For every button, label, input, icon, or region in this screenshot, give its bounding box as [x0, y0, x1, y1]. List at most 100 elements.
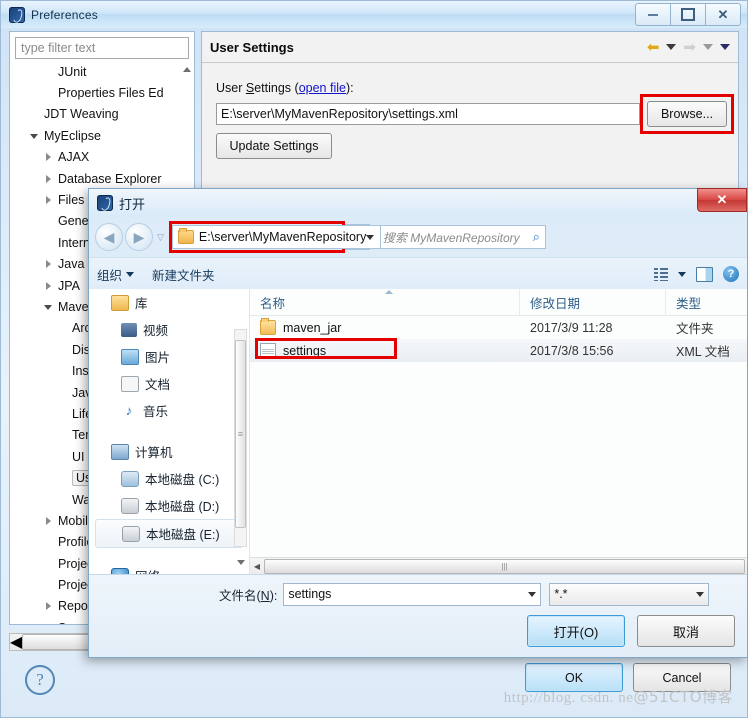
place-item-label: 图片 — [145, 351, 171, 365]
places-scroll-thumb[interactable]: ≡ — [235, 340, 246, 528]
tree-item-myeclipse[interactable]: MyEclipse — [10, 125, 194, 146]
place-item-drive[interactable]: 本地磁盘 (D:) — [89, 492, 249, 519]
table-row[interactable]: settings 2017/3/8 15:56 XML 文档 — [250, 339, 747, 362]
tree-item-label: JDT Weaving — [44, 107, 119, 122]
filter-input[interactable]: type filter text — [15, 37, 189, 59]
tree-twisty-icon[interactable] — [44, 623, 54, 624]
watermark-site: @51CTO博客 — [633, 688, 733, 706]
scroll-left-icon[interactable]: ◀ — [10, 632, 22, 652]
preview-pane-icon[interactable] — [696, 266, 713, 282]
back-arrow-icon[interactable]: ⬅ — [647, 40, 660, 55]
dialog-close-button[interactable]: ✕ — [697, 188, 747, 212]
recent-locations-icon[interactable]: ▽ — [157, 232, 164, 243]
places-navigation-pane: 库视频图片文档 ♪ 音乐计算机 本地磁盘 (C:) 本地磁盘 (D:) 本地磁盘 (E:)… — [89, 289, 250, 575]
view-mode-dropdown-icon[interactable] — [678, 271, 686, 277]
tree-item-properties-files-ed[interactable]: Properties Files Ed — [10, 82, 194, 103]
place-item-computer[interactable]: 计算机 — [89, 438, 249, 465]
view-mode-icon[interactable] — [654, 267, 668, 281]
scroll-up-icon[interactable] — [179, 62, 194, 76]
close-button[interactable]: ✕ — [705, 3, 741, 26]
tree-twisty-icon[interactable] — [44, 302, 54, 312]
watermark-url: http://blog. csdn. ne — [503, 690, 634, 706]
folder-icon — [260, 318, 276, 335]
scroll-left-icon[interactable]: ◀ — [250, 562, 264, 571]
place-item-document[interactable]: 文档 — [89, 370, 249, 397]
dialog-navigation-row: ◀ ▶ ▽ E:\server\MyMavenRepository ↻ 搜索 M… — [89, 217, 747, 257]
places-scroll-down-icon[interactable] — [234, 555, 247, 569]
tree-twisty-icon[interactable] — [44, 152, 54, 162]
open-button[interactable]: 打开(O) — [527, 615, 625, 647]
column-header-type[interactable]: 类型 — [666, 289, 747, 315]
file-list-horizontal-scrollbar[interactable]: ◀ ||| — [250, 557, 747, 575]
place-item-video[interactable]: 视频 — [89, 316, 249, 343]
xml-file-icon — [260, 343, 276, 358]
new-folder-label: 新建文件夹 — [152, 268, 215, 283]
place-item-library[interactable]: 库 — [89, 289, 249, 316]
place-item-label: 视频 — [143, 324, 169, 338]
user-settings-path-input[interactable]: E:\server\MyMavenRepository\settings.xml — [216, 103, 640, 125]
place-item-picture[interactable]: 图片 — [89, 343, 249, 370]
file-list-rows: maven_jar 2017/3/9 11:28 文件夹 settings 2017/3… — [250, 316, 747, 362]
maximize-button[interactable] — [670, 3, 706, 26]
document-icon — [121, 375, 139, 392]
column-header-date[interactable]: 修改日期 — [520, 289, 666, 315]
place-item-label: 本地磁盘 (E:) — [146, 528, 220, 542]
organize-menu[interactable]: 组织 — [97, 265, 135, 284]
scroll-thumb[interactable]: ||| — [264, 559, 745, 574]
tree-item-jdt-weaving[interactable]: JDT Weaving — [10, 104, 194, 125]
dialog-main-area: 库视频图片文档 ♪ 音乐计算机 本地磁盘 (C:) 本地磁盘 (D:) 本地磁盘 (E:)… — [89, 289, 747, 575]
filename-dropdown-icon[interactable] — [528, 591, 537, 597]
tree-twisty-icon[interactable] — [44, 259, 54, 269]
tree-item-database-explorer[interactable]: Database Explorer — [10, 168, 194, 189]
file-type-filter-select[interactable]: *.* — [549, 582, 710, 606]
place-item-music[interactable]: ♪ 音乐 — [89, 397, 249, 424]
search-input[interactable]: 搜索 MyMavenRepository ⌕ — [375, 225, 546, 249]
tree-item-label: Properties Files Ed — [58, 86, 164, 101]
preferences-titlebar: Preferences ✕ — [1, 1, 747, 28]
tree-twisty-icon[interactable] — [44, 601, 54, 611]
dialog-app-icon — [97, 195, 113, 211]
forward-button[interactable]: ▶ — [125, 223, 153, 251]
filename-input[interactable]: settings — [283, 582, 542, 606]
places-scrollbar[interactable]: ≡ — [234, 329, 247, 547]
file-date-cell: 2017/3/9 11:28 — [530, 320, 613, 335]
tree-item-ajax[interactable]: AJAX — [10, 147, 194, 168]
search-placeholder-text: 搜索 MyMavenRepository — [382, 230, 520, 245]
new-folder-button[interactable]: 新建文件夹 — [152, 265, 215, 284]
forward-dropdown-icon[interactable] — [703, 44, 713, 50]
address-bar[interactable]: E:\server\MyMavenRepository — [171, 225, 382, 249]
table-row[interactable]: maven_jar 2017/3/9 11:28 文件夹 — [250, 316, 747, 339]
tree-item-junit[interactable]: JUnit — [10, 61, 194, 82]
tree-item-label: JPA — [58, 278, 80, 293]
address-dropdown-icon[interactable] — [366, 234, 375, 240]
tree-twisty-icon[interactable] — [44, 174, 54, 184]
places-separator — [89, 424, 249, 438]
tree-twisty-icon[interactable] — [30, 131, 40, 141]
forward-arrow-icon[interactable]: ➡ — [683, 40, 696, 55]
place-item-system-drive[interactable]: 本地磁盘 (C:) — [89, 465, 249, 492]
pane-menu-icon[interactable] — [720, 44, 730, 50]
browse-button-highlight: Browse... — [640, 94, 734, 134]
tree-twisty-icon[interactable] — [44, 281, 54, 291]
place-item-drive[interactable]: 本地磁盘 (E:) — [95, 519, 243, 548]
help-icon[interactable]: ? — [25, 665, 55, 695]
label-part-2: ettings ( — [254, 81, 299, 95]
browse-button[interactable]: Browse... — [647, 101, 727, 127]
tree-twisty-icon[interactable] — [44, 516, 54, 526]
open-file-link[interactable]: open file — [299, 81, 346, 95]
tree-twisty-icon[interactable] — [44, 195, 54, 205]
update-settings-button[interactable]: Update Settings — [216, 133, 332, 159]
address-bar-highlight: E:\server\MyMavenRepository — [168, 221, 382, 253]
filename-value: settings — [288, 587, 332, 601]
help-icon[interactable]: ? — [723, 266, 739, 282]
sort-ascending-icon — [384, 290, 393, 294]
back-dropdown-icon[interactable] — [666, 44, 677, 50]
back-button[interactable]: ◀ — [95, 223, 123, 251]
column-header-name[interactable]: 名称 — [250, 289, 520, 315]
minimize-button[interactable] — [635, 3, 671, 26]
dialog-cancel-button[interactable]: 取消 — [637, 615, 735, 647]
